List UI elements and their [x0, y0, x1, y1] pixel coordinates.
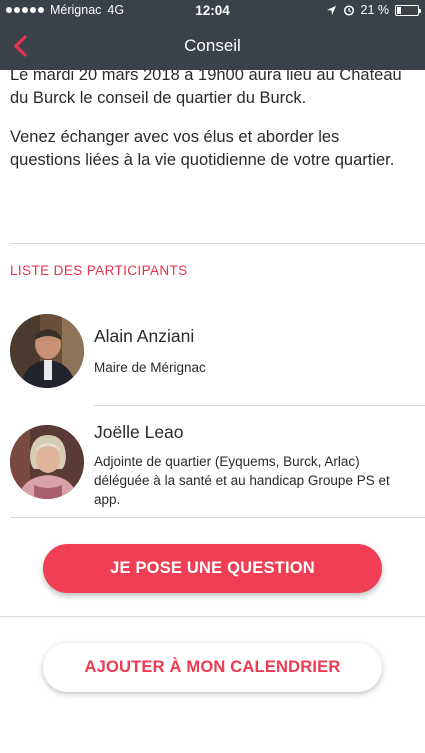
location-arrow-icon — [326, 5, 336, 15]
ask-question-button[interactable]: JE POSE UNE QUESTION — [43, 544, 382, 593]
battery-percent: 21 % — [360, 3, 390, 17]
status-right: 21 % — [326, 3, 421, 17]
alarm-icon — [343, 5, 354, 16]
divider — [0, 616, 425, 617]
navigation-bar: Conseil — [0, 22, 425, 70]
divider — [10, 243, 425, 244]
participant-role: Adjointe de quartier (Eyquems, Burck, Ar… — [94, 454, 390, 507]
app-screen: Mérignac 4G 12:04 21 % Conseil Le mardi … — [0, 0, 425, 753]
battery-fill — [397, 6, 401, 14]
avatar — [10, 314, 84, 388]
participant-item[interactable]: Alain Anziani Maire de Mérignac — [0, 314, 425, 404]
participant-name: Alain Anziani — [94, 326, 195, 346]
description-paragraph-2: Venez échanger avec vos élus et aborder … — [10, 128, 395, 169]
divider — [10, 517, 425, 518]
add-to-calendar-button[interactable]: AJOUTER À MON CALENDRIER — [43, 643, 382, 692]
divider — [94, 405, 425, 406]
participant-role: Maire de Mérignac — [94, 360, 206, 375]
avatar — [10, 425, 84, 499]
page-title: Conseil — [184, 36, 241, 55]
status-bar: Mérignac 4G 12:04 21 % — [0, 0, 425, 22]
battery-icon — [395, 4, 421, 16]
participant-item[interactable]: Joëlle Leao Adjointe de quartier (Eyquem… — [0, 422, 425, 520]
description-paragraph-1: Le mardi 20 mars 2018 à 19h00 aura lieu … — [10, 66, 402, 107]
top-bar: Mérignac 4G 12:04 21 % Conseil — [0, 0, 425, 70]
participant-name: Joëlle Leao — [94, 422, 184, 442]
content-area[interactable]: Le mardi 20 mars 2018 à 19h00 aura lieu … — [0, 66, 425, 753]
participants-section-title: LISTE DES PARTICIPANTS — [10, 263, 188, 278]
